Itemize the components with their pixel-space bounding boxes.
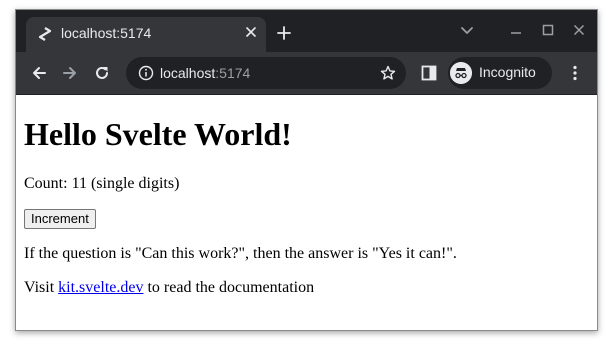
browser-toolbar: localhost:5174 Incognito [16,52,597,95]
arrow-left-icon[interactable] [30,64,48,82]
question-answer-text: If the question is "Can this work?", the… [24,245,457,262]
close-icon[interactable] [242,23,260,41]
increment-button[interactable]: Increment [24,209,96,229]
maximize-icon[interactable] [541,23,555,37]
visit-suffix: to read the documentation [143,279,315,296]
incognito-icon [450,62,472,84]
visit-paragraph: Visit kit.svelte.dev to read the documen… [24,279,314,297]
incognito-chip[interactable]: Incognito [448,57,552,89]
chevron-down-icon[interactable] [460,26,474,36]
reload-icon[interactable] [93,64,111,82]
browser-window: localhost:5174 localhost:5174 Incognito … [15,9,598,331]
star-icon[interactable] [380,65,396,81]
side-panel-icon[interactable] [421,65,437,81]
plus-icon[interactable] [276,25,292,41]
incognito-label: Incognito [479,64,536,80]
page-title: Hello Svelte World! [24,116,292,152]
minimize-icon[interactable] [509,23,523,37]
tab-title: localhost:5174 [61,25,152,41]
visit-prefix: Visit [24,279,59,296]
url-port: :5174 [215,65,251,81]
window-close-icon[interactable] [572,23,586,37]
tab-strip: localhost:5174 [16,10,597,52]
url-text[interactable]: localhost:5174 [160,65,250,81]
count-text: Count: 11 (single digits) [24,175,180,192]
page-content: Hello Svelte World! Count: 11 (single di… [16,95,597,330]
info-icon[interactable] [138,65,154,81]
svelte-page-icon [38,27,52,41]
url-host: localhost [160,65,216,81]
address-bar[interactable]: localhost:5174 [126,57,406,89]
docs-link[interactable]: kit.svelte.dev [58,279,143,296]
kebab-menu-icon[interactable] [566,64,584,82]
arrow-right-icon[interactable] [61,64,79,82]
tab-localhost[interactable]: localhost:5174 [26,17,266,52]
